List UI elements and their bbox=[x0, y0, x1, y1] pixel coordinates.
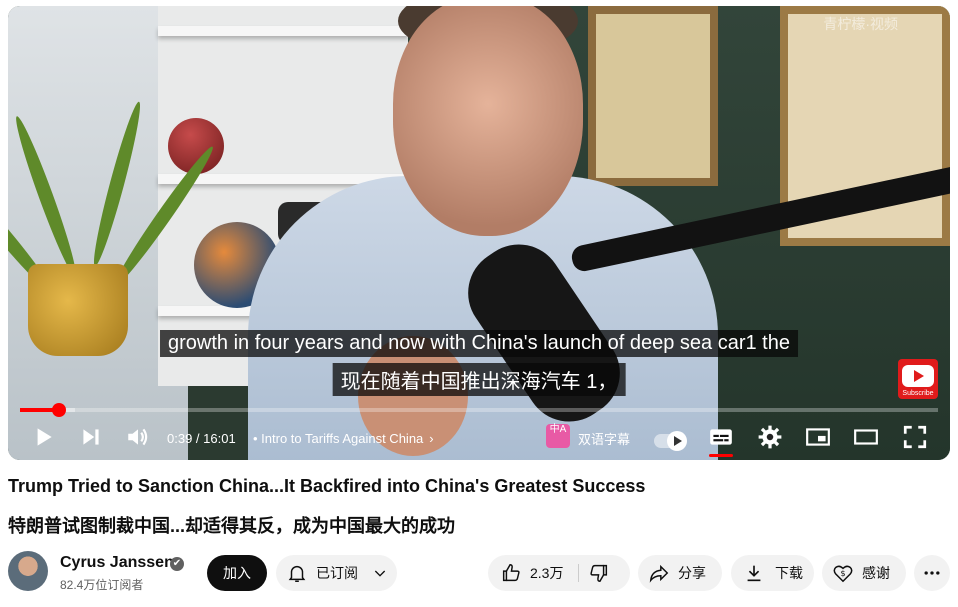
autoplay-toggle[interactable] bbox=[654, 431, 687, 451]
subtitles-active-indicator bbox=[709, 454, 733, 457]
miniplayer-icon[interactable] bbox=[805, 424, 831, 450]
player-controls: 0:39 / 16:01 • Intro to Tariffs Against … bbox=[8, 416, 950, 460]
join-button[interactable]: 加入 bbox=[207, 555, 267, 591]
channel-name[interactable]: Cyrus Janssen bbox=[60, 554, 174, 572]
like-dislike-group: 2.3万 bbox=[488, 555, 630, 591]
presenter-face bbox=[393, 6, 583, 236]
subscribe-watermark-label: Subscribe bbox=[902, 390, 934, 397]
time-display: 0:39 / 16:01 bbox=[167, 431, 236, 446]
more-horizontal-icon bbox=[922, 563, 942, 583]
play-icon[interactable] bbox=[30, 424, 56, 450]
shelf bbox=[158, 26, 408, 36]
subscriber-count: 82.4万位订阅者 bbox=[60, 578, 144, 592]
autoplay-toggle-knob bbox=[667, 431, 687, 451]
thanks-label: 感谢 bbox=[862, 565, 890, 581]
dislike-button[interactable] bbox=[578, 562, 610, 584]
next-icon[interactable] bbox=[78, 424, 104, 450]
video-title-english: Trump Tried to Sanction China...It Backf… bbox=[8, 476, 646, 496]
theater-icon[interactable] bbox=[853, 424, 879, 450]
volume-icon[interactable] bbox=[125, 424, 151, 450]
chapter-title[interactable]: • Intro to Tariffs Against China › bbox=[253, 431, 434, 446]
plant-pot bbox=[28, 264, 128, 356]
download-label: 下载 bbox=[775, 565, 803, 581]
bilingual-subtitles-label: 双语字幕 bbox=[578, 432, 631, 447]
channel-watermark: 青柠檬·视频 bbox=[823, 16, 898, 32]
wall-poster bbox=[588, 6, 718, 186]
like-button[interactable]: 2.3万 bbox=[488, 562, 578, 584]
svg-text:$: $ bbox=[840, 568, 845, 578]
bell-icon bbox=[286, 562, 308, 584]
video-player[interactable]: 青柠檬·视频 Subscribe growth in four years an… bbox=[8, 6, 950, 460]
caption-chinese: 现在随着中国推出深海汽车 1， bbox=[332, 363, 626, 396]
translate-icon: 中A bbox=[546, 424, 570, 448]
settings-icon[interactable] bbox=[757, 424, 783, 450]
progress-bar[interactable] bbox=[20, 403, 938, 417]
video-title-chinese: 特朗普试图制裁中国...却适得其反，成为中国最大的成功 bbox=[8, 516, 456, 536]
subscribed-label: 已订阅 bbox=[316, 565, 358, 581]
share-label: 分享 bbox=[678, 565, 706, 581]
chapter-label: • Intro to Tariffs Against China bbox=[253, 431, 424, 446]
channel-avatar[interactable] bbox=[8, 551, 48, 591]
chevron-right-icon: › bbox=[429, 431, 434, 446]
chevron-down-icon bbox=[372, 565, 388, 581]
like-divider bbox=[578, 564, 579, 582]
thanks-button[interactable]: $ 感谢 bbox=[822, 555, 906, 591]
like-count: 2.3万 bbox=[530, 565, 564, 581]
caption-english: growth in four years and now with China'… bbox=[160, 330, 798, 357]
subscribed-button[interactable]: 已订阅 bbox=[276, 555, 397, 591]
share-button[interactable]: 分享 bbox=[638, 555, 722, 591]
verified-badge-icon: ✔ bbox=[170, 557, 184, 571]
share-icon bbox=[648, 562, 670, 584]
download-button[interactable]: 下载 bbox=[731, 555, 814, 591]
download-icon bbox=[743, 562, 765, 584]
super-thanks-icon: $ bbox=[832, 562, 854, 584]
subscribe-watermark-button[interactable]: Subscribe bbox=[898, 359, 938, 399]
thumbs-down-icon bbox=[588, 562, 610, 584]
more-actions-button[interactable] bbox=[914, 555, 950, 591]
fullscreen-icon[interactable] bbox=[902, 424, 928, 450]
subtitles-icon[interactable] bbox=[708, 424, 734, 450]
youtube-logo-icon bbox=[902, 365, 934, 387]
join-label: 加入 bbox=[223, 565, 251, 581]
thumbs-up-icon bbox=[500, 562, 522, 584]
